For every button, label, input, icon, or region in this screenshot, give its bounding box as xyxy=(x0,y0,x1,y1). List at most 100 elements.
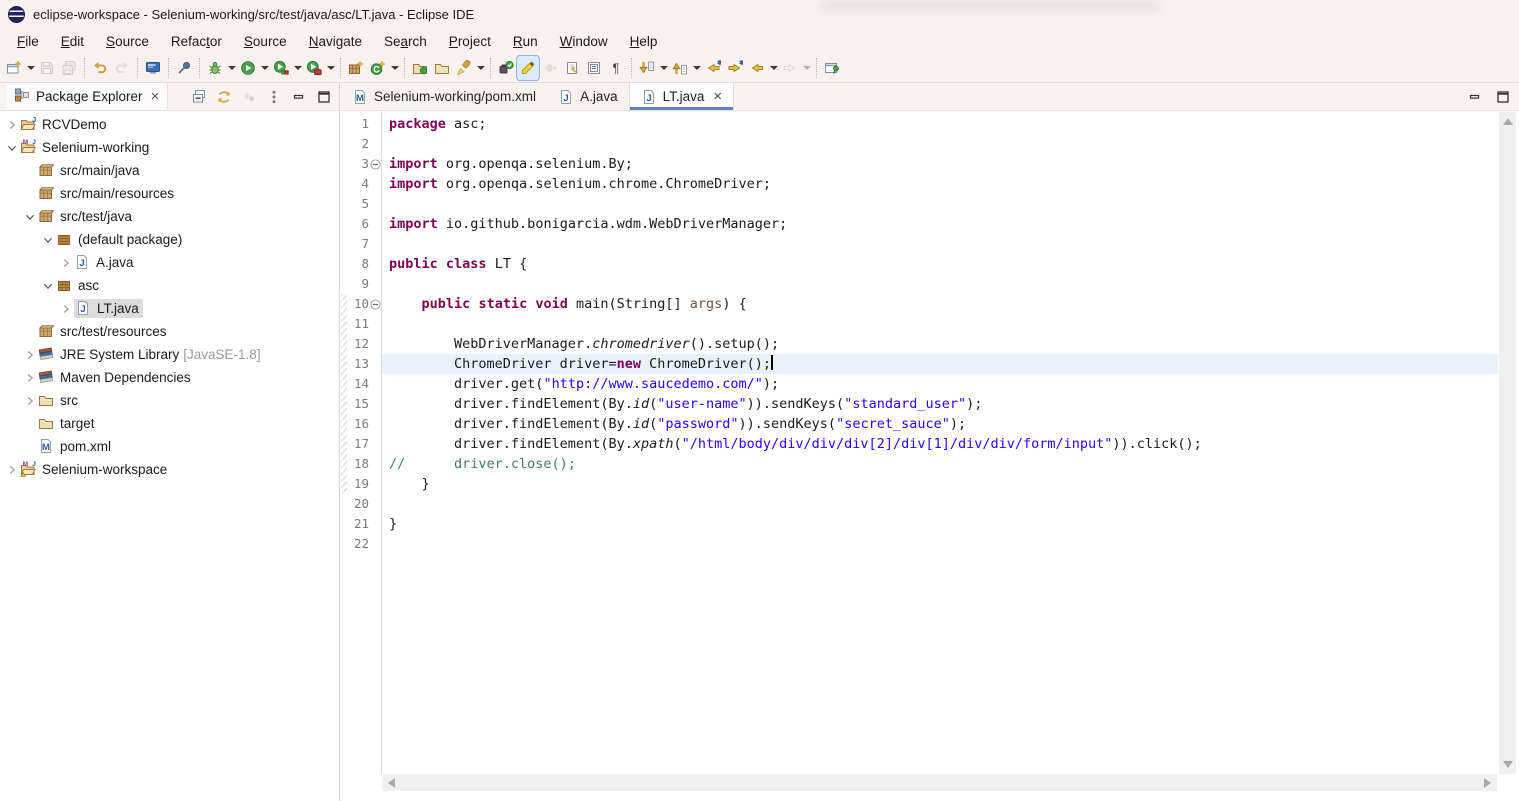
save-button[interactable] xyxy=(36,56,58,80)
line-number[interactable]: 5 xyxy=(347,194,369,214)
forward-dropdown[interactable] xyxy=(801,56,812,80)
line-number[interactable]: 14 xyxy=(347,374,369,394)
undo-button[interactable] xyxy=(89,56,111,80)
open-resource-button[interactable] xyxy=(431,56,453,80)
line-number[interactable]: 3 xyxy=(347,154,369,174)
line-number[interactable]: 17 xyxy=(347,434,369,454)
new-wizard-dropdown[interactable] xyxy=(25,56,36,80)
line-number[interactable]: 21 xyxy=(347,514,369,534)
horizontal-scrollbar[interactable] xyxy=(382,774,1497,791)
tree-item-src-main-java[interactable]: src/main/java xyxy=(0,159,339,182)
expand-collapsed-icon[interactable] xyxy=(22,370,38,386)
save-all-button[interactable] xyxy=(58,56,80,80)
menu-project[interactable]: Project xyxy=(438,31,502,52)
open-console-button[interactable] xyxy=(142,56,164,80)
tree-item-src-test-resources[interactable]: src/test/resources xyxy=(0,320,339,343)
tree-item-rcvdemo[interactable]: JRCVDemo xyxy=(0,113,339,136)
go-to-previous-annotation-button[interactable] xyxy=(669,56,691,80)
new-java-class-dropdown[interactable] xyxy=(389,56,400,80)
line-number[interactable]: 1 xyxy=(347,114,369,134)
go-to-previous-annotation-dropdown[interactable] xyxy=(691,56,702,80)
show-whitespace-button[interactable]: ¶ xyxy=(605,56,627,80)
tree-item-a-java[interactable]: JA.java xyxy=(0,251,339,274)
show-source-button[interactable] xyxy=(561,56,583,80)
last-edit-location-button[interactable]: ✱ xyxy=(702,56,724,80)
next-annotation-button[interactable] xyxy=(539,56,561,80)
profile-button[interactable] xyxy=(303,56,325,80)
tab-close-icon[interactable]: × xyxy=(713,88,722,105)
expand-collapsed-icon[interactable] xyxy=(22,393,38,409)
scroll-up-arrow-icon[interactable] xyxy=(1503,118,1513,125)
line-number[interactable]: 16 xyxy=(347,414,369,434)
line-number[interactable]: 7 xyxy=(347,234,369,254)
maximize-view-button[interactable] xyxy=(1495,89,1511,105)
show-selected-element-button[interactable] xyxy=(583,56,605,80)
search-button[interactable] xyxy=(453,56,475,80)
menu-window[interactable]: Window xyxy=(549,31,619,52)
new-java-project-button[interactable] xyxy=(345,56,367,80)
collapse-all-button[interactable] xyxy=(190,88,208,106)
forward-button[interactable] xyxy=(779,56,801,80)
tab-package-explorer[interactable]: Package Explorer × xyxy=(6,83,168,110)
debug-button[interactable] xyxy=(204,56,226,80)
line-number[interactable]: 8 xyxy=(347,254,369,274)
tree-item-default-package[interactable]: (default package) xyxy=(0,228,339,251)
tree-item-lt-java[interactable]: JLT.java xyxy=(0,297,339,320)
back-dropdown[interactable] xyxy=(768,56,779,80)
line-number[interactable]: 13 xyxy=(347,354,369,374)
coverage-button[interactable] xyxy=(270,56,292,80)
expand-collapsed-icon[interactable] xyxy=(58,301,74,317)
menu-refactor[interactable]: Refactor xyxy=(160,31,233,52)
scroll-left-arrow-icon[interactable] xyxy=(388,778,395,788)
menu-source[interactable]: Source xyxy=(233,31,298,52)
line-number[interactable]: 18 xyxy=(347,454,369,474)
tab-a-java[interactable]: JA.java xyxy=(547,83,629,110)
expand-expanded-icon[interactable] xyxy=(22,209,38,225)
go-to-next-annotation-dropdown[interactable] xyxy=(658,56,669,80)
open-type-button[interactable] xyxy=(409,56,431,80)
menu-search[interactable]: Search xyxy=(373,31,438,52)
expand-expanded-icon[interactable] xyxy=(40,232,56,248)
tree-item-src-test-java[interactable]: src/test/java xyxy=(0,205,339,228)
line-number[interactable]: 20 xyxy=(347,494,369,514)
view-close-icon[interactable]: × xyxy=(151,88,160,105)
new-wizard-button[interactable] xyxy=(3,56,25,80)
tree-item-pom-xml[interactable]: Mpom.xml xyxy=(0,435,339,458)
tab-lt-java[interactable]: JLT.java× xyxy=(629,83,735,110)
vertical-scrollbar[interactable] xyxy=(1499,112,1516,774)
scroll-down-arrow-icon[interactable] xyxy=(1503,761,1513,768)
minimize-button[interactable] xyxy=(290,88,308,106)
tree-item-jre-system-library[interactable]: JRE System Library[JavaSE-1.8] xyxy=(0,343,339,366)
line-number[interactable]: 2 xyxy=(347,134,369,154)
tree-item-src-main-resources[interactable]: src/main/resources xyxy=(0,182,339,205)
tree-item-src[interactable]: src xyxy=(0,389,339,412)
expand-collapsed-icon[interactable] xyxy=(4,462,20,478)
back-button[interactable] xyxy=(746,56,768,80)
debug-dropdown[interactable] xyxy=(226,56,237,80)
expand-collapsed-icon[interactable] xyxy=(4,117,20,133)
redo-button[interactable] xyxy=(111,56,133,80)
link-with-editor-button[interactable] xyxy=(215,88,233,106)
tree-item-target[interactable]: target xyxy=(0,412,339,435)
line-number[interactable]: 19 xyxy=(347,474,369,494)
menu-edit[interactable]: Edit xyxy=(50,31,95,52)
tab-selenium-working-pom-xml[interactable]: MSelenium-working/pom.xml xyxy=(341,83,547,110)
line-number[interactable]: 6 xyxy=(347,214,369,234)
line-number[interactable]: 12 xyxy=(347,334,369,354)
new-java-class-button[interactable]: C xyxy=(367,56,389,80)
view-menu-button[interactable] xyxy=(265,88,283,106)
profile-dropdown[interactable] xyxy=(325,56,336,80)
menu-source[interactable]: Source xyxy=(95,31,160,52)
line-number[interactable]: 4 xyxy=(347,174,369,194)
menu-run[interactable]: Run xyxy=(502,31,549,52)
run-dropdown[interactable] xyxy=(259,56,270,80)
menu-help[interactable]: Help xyxy=(619,31,669,52)
scroll-right-arrow-icon[interactable] xyxy=(1484,778,1491,788)
pin-button[interactable] xyxy=(173,56,195,80)
line-number[interactable]: 10 xyxy=(347,294,369,314)
expand-expanded-icon[interactable] xyxy=(40,278,56,294)
menu-navigate[interactable]: Navigate xyxy=(298,31,373,52)
search-dropdown[interactable] xyxy=(475,56,486,80)
focus-button[interactable] xyxy=(240,88,258,106)
minimize-view-button[interactable] xyxy=(1467,89,1483,105)
